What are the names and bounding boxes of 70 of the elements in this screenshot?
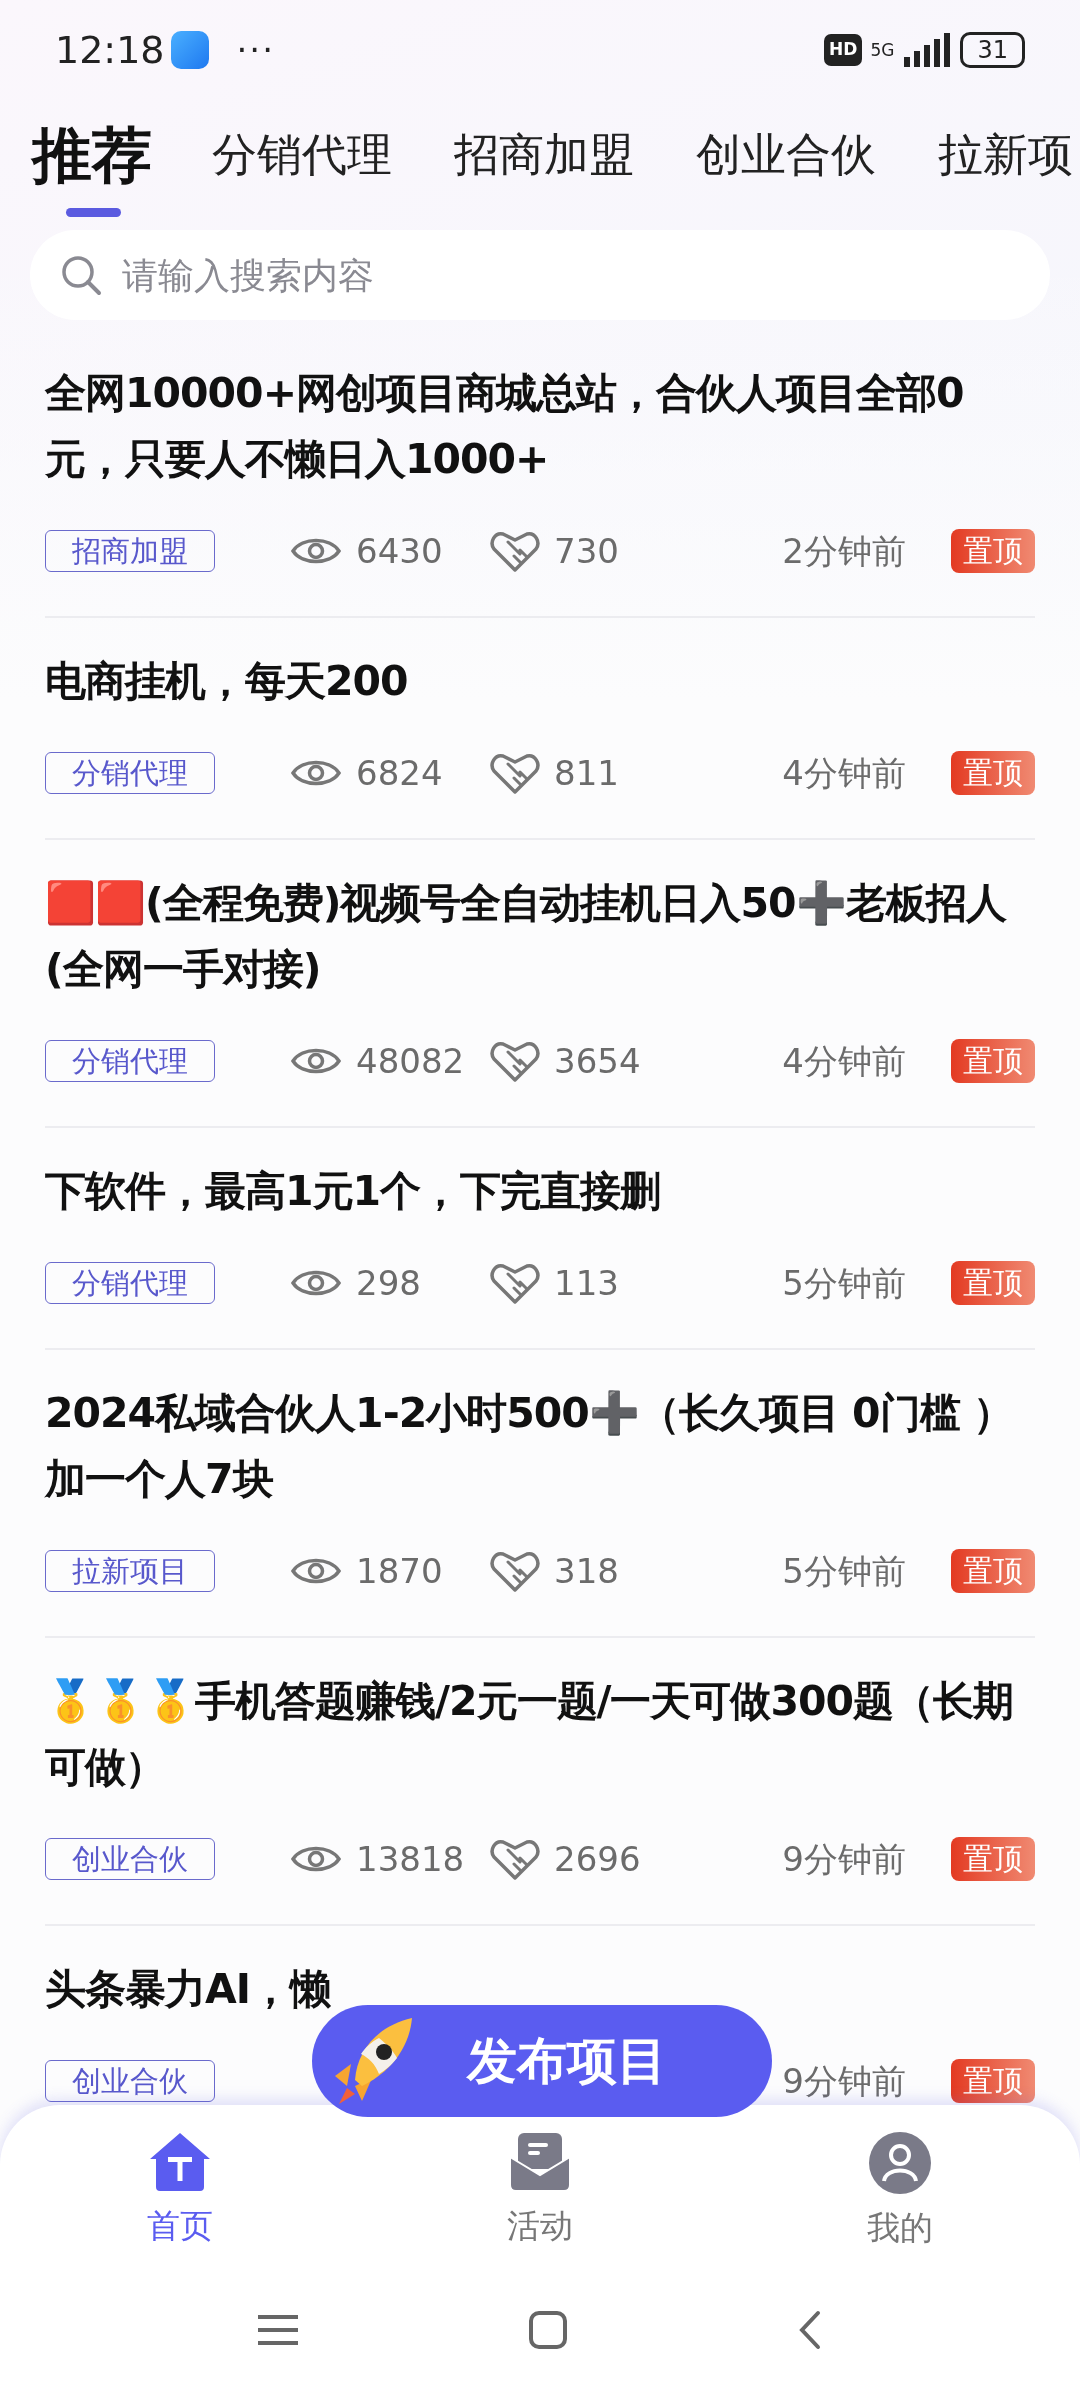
pinned-label: 置顶 [951, 2059, 1035, 2103]
post-time: 5分钟前 [782, 1549, 906, 1593]
search-field[interactable]: 请输入搜索内容 [30, 230, 1050, 320]
post-time: 9分钟前 [782, 1837, 906, 1881]
post-time: 4分钟前 [782, 1039, 906, 1083]
category-tag: 创业合伙 [45, 1838, 215, 1880]
post-title[interactable]: 电商挂机，每天200 [45, 648, 408, 714]
network-label: 5G [870, 41, 895, 59]
category-tag: 拉新项目 [45, 1550, 215, 1592]
tab[interactable]: 分销代理 [212, 122, 392, 188]
menu-icon[interactable] [258, 2313, 298, 2347]
nav-tab[interactable]: 我的 [800, 2130, 1000, 2290]
home-icon [148, 2131, 212, 2193]
home-button-icon[interactable] [528, 2310, 568, 2350]
category-tag: 创业合伙 [45, 2060, 215, 2102]
signal-icon [902, 33, 953, 67]
back-icon[interactable] [798, 2310, 822, 2350]
tab[interactable]: 拉新项 [938, 122, 1073, 188]
like-count: 3654 [554, 1039, 641, 1083]
handshake-icon [490, 1039, 540, 1083]
pinned-label: 置顶 [951, 1549, 1035, 1593]
nav-tab[interactable]: 首页 [80, 2130, 280, 2290]
view-count: 6430 [356, 529, 443, 573]
app-icon [170, 31, 209, 69]
post-time: 4分钟前 [782, 751, 906, 795]
post-title[interactable]: 下软件，最高1元1个，下完直接删 [45, 1158, 661, 1224]
more-dots: ··· [236, 28, 275, 72]
handshake-icon [490, 1261, 540, 1305]
post-time: 5分钟前 [782, 1261, 906, 1305]
tab[interactable]: 创业合伙 [696, 122, 876, 188]
category-tag: 分销代理 [45, 1262, 215, 1304]
category-tag: 招商加盟 [45, 530, 215, 572]
tab-indicator [66, 208, 121, 217]
handshake-icon [490, 1837, 540, 1881]
view-count: 298 [356, 1261, 421, 1305]
like-count: 2696 [554, 1837, 641, 1881]
pinned-label: 置顶 [951, 751, 1035, 795]
like-count: 318 [554, 1549, 619, 1593]
post-title[interactable]: 2024私域合伙人1-2小时500➕（长久项目 0门槛 ）加一个人7块 [45, 1380, 1035, 1512]
hd-indicator: HD [824, 34, 863, 66]
handshake-icon [490, 1549, 540, 1593]
post-title[interactable]: 🥇🥇🥇手机答题赚钱/2元一题/一天可做300题（长期可做） [45, 1668, 1035, 1800]
pinned-label: 置顶 [951, 529, 1035, 573]
status-time: 12:18 [55, 26, 165, 74]
like-count: 811 [554, 751, 619, 795]
view-count: 13818 [356, 1837, 465, 1881]
nav-tab[interactable]: 活动 [440, 2130, 640, 2290]
post-title[interactable]: 全网10000+网创项目商城总站，合伙人项目全部0元，只要人不懒日入1000+ [45, 360, 1035, 492]
pinned-label: 置顶 [951, 1837, 1035, 1881]
search-input[interactable]: 请输入搜索内容 [120, 245, 1020, 305]
profile-icon [868, 2131, 932, 2195]
category-tag: 分销代理 [45, 1040, 215, 1082]
handshake-icon [490, 751, 540, 795]
mail-icon [508, 2131, 572, 2193]
tab[interactable]: 招商加盟 [454, 122, 634, 188]
view-count: 1870 [356, 1549, 443, 1593]
post-title[interactable]: 🟥🟥(全程免费)视频号全自动挂机日入50➕老板招人(全网一手对接) [45, 870, 1035, 1002]
like-count: 730 [554, 529, 619, 573]
tab[interactable]: 推荐 [32, 122, 152, 188]
pinned-label: 置顶 [951, 1261, 1035, 1305]
pinned-label: 置顶 [951, 1039, 1035, 1083]
like-count: 113 [554, 1261, 619, 1305]
view-count: 48082 [356, 1039, 465, 1083]
search-icon [60, 254, 102, 296]
handshake-icon [490, 529, 540, 573]
category-tag: 分销代理 [45, 752, 215, 794]
post-time: 2分钟前 [782, 529, 906, 573]
post-time: 9分钟前 [782, 2059, 906, 2103]
battery-indicator: 31 [960, 32, 1025, 68]
view-count: 6824 [356, 751, 443, 795]
